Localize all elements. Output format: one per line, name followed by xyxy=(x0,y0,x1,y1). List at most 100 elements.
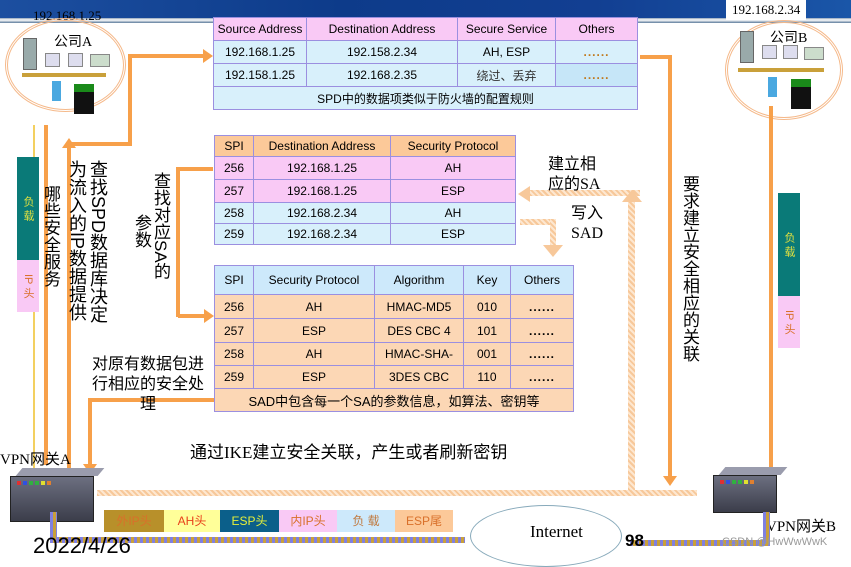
spd-cell: 192.168.1.25 xyxy=(213,40,307,64)
flow-line-to-spd xyxy=(128,54,203,58)
footer-date: 2022/4/26 xyxy=(33,533,131,558)
sad-row: 257 ESP DES CBC 4 101 ...... xyxy=(214,318,574,343)
sad-header: Others xyxy=(510,265,574,295)
sad-cell: 256 xyxy=(214,294,254,319)
spd-caption: SPD中的数据项类似于防火墙的配置规则 xyxy=(213,86,638,110)
packet-segment: ESP头 xyxy=(220,510,279,532)
arrow-down-icon xyxy=(663,476,677,486)
lan-bus xyxy=(738,68,824,72)
printer-icon xyxy=(90,54,110,67)
sad-cell: ESP xyxy=(253,318,375,343)
spd-cell: 192.158.2.34 xyxy=(306,40,458,64)
vpn-gateway-b-icon xyxy=(713,467,788,513)
flow-line-sa-left xyxy=(178,167,213,171)
sad-header: Algorithm xyxy=(374,265,464,295)
packet-segment: 外IP头 xyxy=(104,510,164,532)
sad-header: SPI xyxy=(214,265,254,295)
sa-header: Security Protocol xyxy=(390,135,516,157)
company-b-network: 公司B xyxy=(725,20,843,120)
flow-line-v xyxy=(128,56,132,146)
write-sad-arrow xyxy=(520,219,554,225)
router-icon xyxy=(52,81,61,101)
sad-cell: AH xyxy=(253,342,375,366)
spd-header: Secure Service xyxy=(457,17,556,41)
packet-ip-header-right: IP 头 xyxy=(778,296,800,348)
sad-cell: AH xyxy=(253,294,375,319)
slide-banner xyxy=(0,0,851,18)
packet-payload-right: 负 载 xyxy=(778,193,800,296)
arrow-right-icon xyxy=(204,309,214,323)
sad-table: SPI Security Protocol Algorithm Key Othe… xyxy=(214,265,574,412)
flow-line-a-down xyxy=(44,125,48,465)
packet-payload-left: 负 载 xyxy=(17,157,39,260)
sad-cell: ESP xyxy=(253,365,375,389)
sa-cell: 192.168.2.34 xyxy=(253,223,391,245)
router-icon xyxy=(768,77,777,97)
sa-cell: 259 xyxy=(214,223,254,245)
arrow-up-icon xyxy=(622,190,642,202)
flow-line-b-up xyxy=(769,106,773,476)
sa-cell: 256 xyxy=(214,156,254,180)
packet-segment: ESP尾 xyxy=(395,510,453,532)
sa-row: 258 192.168.2.34 AH xyxy=(214,202,516,224)
company-b-name: 公司B xyxy=(770,31,808,46)
flow-line-sad-in xyxy=(178,314,204,318)
page-number-fragment: 98 xyxy=(625,531,644,550)
flow-line-sa-down xyxy=(176,167,180,317)
spd-row: 192.168.1.25 192.158.2.34 AH, ESP ...... xyxy=(213,40,638,64)
company-b-ip: 192.168.2.34 xyxy=(726,0,807,20)
write-sad-arrow-down xyxy=(550,219,556,247)
sa-cell: 257 xyxy=(214,179,254,203)
company-a-network: 公司A xyxy=(5,18,126,114)
establish-sa-text: 建立相应的SA xyxy=(548,156,601,193)
sa-cell: ESP xyxy=(390,179,516,203)
sad-row: 256 AH HMAC-MD5 010 ...... xyxy=(214,294,574,319)
sad-cell: 010 xyxy=(463,294,511,319)
spd-row: 192.158.1.25 192.168.2.35 绕过、丢弃 ...... xyxy=(213,63,638,87)
workstation-icon xyxy=(783,45,798,59)
sad-cell: 259 xyxy=(214,365,254,389)
packet-segment: 内IP头 xyxy=(279,510,337,532)
sad-cell: ...... xyxy=(510,342,574,366)
sad-cell: 257 xyxy=(214,318,254,343)
arrow-left-icon xyxy=(518,186,530,202)
sa-row: 256 192.168.1.25 AH xyxy=(214,156,516,180)
sa-cell: ESP xyxy=(390,223,516,245)
ike-up-line xyxy=(628,200,635,490)
company-a-name: 公司A xyxy=(54,35,93,50)
sa-row: 259 192.168.2.34 ESP xyxy=(214,223,516,245)
lookup-spd-text-1: 查找SPD数据库决定 xyxy=(88,160,108,324)
arrow-down-icon xyxy=(543,245,563,257)
sad-header: Key xyxy=(463,265,511,295)
server-icon xyxy=(740,31,754,63)
sad-row: 259 ESP 3DES CBC 110 ...... xyxy=(214,365,574,389)
watermark: CSDN @HwWwWwK xyxy=(722,536,828,548)
spd-cell: ...... xyxy=(555,63,638,87)
sad-cell: HMAC-SHA- xyxy=(374,342,464,366)
gateway-a-label: VPN网关A xyxy=(0,452,71,468)
which-services-text: 哪些安全服务 xyxy=(41,185,60,287)
spd-cell: 192.158.1.25 xyxy=(213,63,307,87)
sa-cell: 192.168.1.25 xyxy=(253,156,391,180)
sad-cell: 001 xyxy=(463,342,511,366)
sad-cell: 3DES CBC xyxy=(374,365,464,389)
computer-icon xyxy=(74,84,94,114)
sad-cell: DES CBC 4 xyxy=(374,318,464,343)
lookup-sa-text-1: 查找对应SA的 xyxy=(151,172,170,280)
computer-icon xyxy=(791,79,811,109)
spd-cell: 192.168.2.35 xyxy=(306,63,458,87)
sad-caption: SAD中包含每一个SA的参数信息，如算法、密钥等 xyxy=(214,388,574,412)
sad-cell: 110 xyxy=(463,365,511,389)
sa-header: Destination Address xyxy=(253,135,391,157)
sad-row: 258 AH HMAC-SHA- 001 ...... xyxy=(214,342,574,366)
sa-header: SPI xyxy=(214,135,254,157)
flow-line-h xyxy=(67,142,132,146)
process-packet-text: 对原有数据包进行相应的安全处理 xyxy=(91,356,204,413)
flow-line-spd-right xyxy=(640,55,670,59)
require-sa-text: 要求建立安全相应的关联 xyxy=(680,175,699,362)
sa-cell: AH xyxy=(390,202,516,224)
ike-line xyxy=(97,490,697,496)
sa-cell: AH xyxy=(390,156,516,180)
spd-header: Others xyxy=(555,17,638,41)
sad-cell: 101 xyxy=(463,318,511,343)
